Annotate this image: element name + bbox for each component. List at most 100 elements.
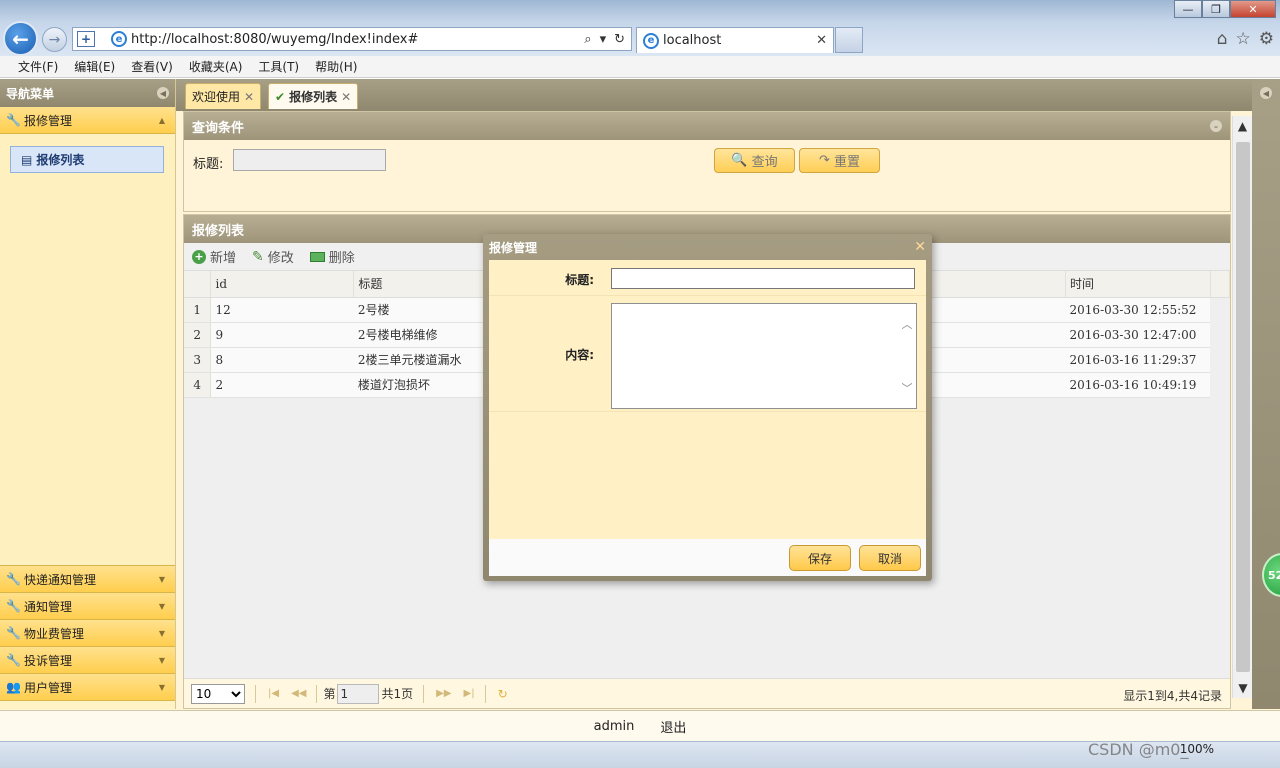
scroll-thumb[interactable] xyxy=(1236,142,1250,672)
expand-left-icon[interactable]: ◀ xyxy=(1260,87,1272,99)
cancel-button[interactable]: 取消 xyxy=(859,545,921,571)
menu-favorites[interactable]: 收藏夹(A) xyxy=(189,58,243,75)
menu-file[interactable]: 文件(F) xyxy=(18,58,58,75)
first-page-icon[interactable]: |◀ xyxy=(268,688,279,699)
tab-repair-list[interactable]: ✔ 报修列表 ✕ xyxy=(268,83,359,109)
tab-welcome[interactable]: 欢迎使用 ✕ xyxy=(185,83,262,109)
page-number-input[interactable]: 1 xyxy=(337,683,380,704)
close-window-button[interactable]: ✕ xyxy=(1230,0,1276,18)
page-scrollbar[interactable]: ▲ ▼ xyxy=(1232,116,1252,698)
chevron-up-icon[interactable]: ︿ xyxy=(902,316,913,332)
row-number: 4 xyxy=(184,372,212,398)
refresh-icon[interactable]: ↻ xyxy=(614,32,625,47)
forward-button[interactable]: → xyxy=(42,27,67,52)
row-filler xyxy=(1210,322,1230,347)
gear-icon[interactable]: ⚙ xyxy=(1259,29,1274,49)
arrow-left-icon: ← xyxy=(12,26,29,51)
cell-time: 2016-03-30 12:55:52 xyxy=(1065,297,1211,323)
prev-page-icon[interactable]: ◀◀ xyxy=(291,688,306,699)
save-button[interactable]: 保存 xyxy=(789,545,851,571)
accordion-repair-management[interactable]: 🔧 报修管理 ▲ xyxy=(0,107,175,134)
accordion-label: 用户管理 xyxy=(23,680,72,695)
pager-separator xyxy=(316,684,318,703)
browser-menubar: 文件(F) 编辑(E) 查看(V) 收藏夹(A) 工具(T) 帮助(H) xyxy=(0,56,1280,78)
new-tab-button[interactable] xyxy=(835,27,863,53)
close-icon[interactable]: ✕ xyxy=(914,239,926,255)
browser-tab[interactable]: e localhost ✕ xyxy=(636,27,834,53)
favorites-star-icon[interactable]: ☆ xyxy=(1236,29,1251,49)
maximize-button[interactable]: ❐ xyxy=(1202,0,1230,18)
cell-time: 2016-03-30 12:47:00 xyxy=(1065,322,1211,348)
pager-separator xyxy=(423,684,425,703)
textarea-scrollbar[interactable]: ︿ ﹀ xyxy=(898,304,916,408)
scroll-down-icon[interactable]: ▼ xyxy=(1233,678,1253,698)
watermark: CSDN @m0_ xyxy=(1088,740,1189,759)
collapse-panel-icon[interactable]: – xyxy=(1210,120,1222,132)
row-number: 1 xyxy=(184,297,212,323)
dialog-header: 报修管理 ✕ xyxy=(483,234,932,260)
add-favorite-icon[interactable]: + xyxy=(77,31,95,47)
accordion-property-fee[interactable]: 🔧 物业费管理 ▼ xyxy=(0,620,175,647)
close-icon[interactable]: ✕ xyxy=(341,90,351,104)
users-icon: 👥 xyxy=(6,680,21,694)
sidebar-item-repair-list[interactable]: ▤ 报修列表 xyxy=(10,146,164,173)
dialog-content-textarea[interactable]: ︿ ﹀ xyxy=(611,303,917,409)
chevron-down-icon: ▼ xyxy=(158,628,165,638)
address-bar[interactable]: + e http://localhost:8080/wuyemg/Index!i… xyxy=(72,27,632,51)
dialog-title-input[interactable] xyxy=(611,268,915,289)
sidebar-header: 导航菜单 ◀ xyxy=(0,79,175,107)
column-header-id[interactable]: id xyxy=(210,271,355,298)
content-tabs: 欢迎使用 ✕ ✔ 报修列表 ✕ xyxy=(176,79,1252,111)
delete-icon xyxy=(309,251,325,262)
dropdown-icon[interactable]: ▾ xyxy=(600,32,607,47)
chevron-down-icon[interactable]: ﹀ xyxy=(902,380,913,396)
home-icon[interactable]: ⌂ xyxy=(1217,29,1228,49)
back-button[interactable]: ← xyxy=(3,21,38,56)
tab-label: 报修列表 xyxy=(289,90,338,104)
menu-edit[interactable]: 编辑(E) xyxy=(74,58,115,75)
menu-view[interactable]: 查看(V) xyxy=(131,58,173,75)
accordion-label: 投诉管理 xyxy=(23,653,72,668)
menu-help[interactable]: 帮助(H) xyxy=(315,58,357,75)
accordion-express-notice[interactable]: 🔧 快递通知管理 ▼ xyxy=(0,566,175,593)
accordion-label: 通知管理 xyxy=(23,599,72,614)
minimize-button[interactable]: — xyxy=(1174,0,1202,18)
delete-button[interactable]: 删除 xyxy=(309,247,355,266)
collapse-left-icon[interactable]: ◀ xyxy=(157,87,169,99)
dialog-body: 标题: 内容: ︿ ﹀ xyxy=(489,260,926,539)
edit-button-label: 修改 xyxy=(267,251,294,266)
search-icon: 🔍 xyxy=(731,153,748,168)
logout-link[interactable]: 退出 xyxy=(660,717,686,736)
wrench-icon: 🔧 xyxy=(6,599,21,613)
ie-tab-icon: e xyxy=(643,32,659,49)
menu-tools[interactable]: 工具(T) xyxy=(258,58,299,75)
scroll-up-icon[interactable]: ▲ xyxy=(1233,116,1252,136)
pager-separator xyxy=(255,684,256,703)
accordion-label: 快递通知管理 xyxy=(23,572,96,587)
close-tab-icon[interactable]: ✕ xyxy=(816,33,827,48)
page-size-select[interactable]: 10 xyxy=(191,683,245,704)
add-button[interactable]: + 新增 xyxy=(192,247,236,266)
accordion-user-management[interactable]: 👥 用户管理 ▼ xyxy=(0,674,175,701)
row-number: 2 xyxy=(184,322,212,348)
accordion-label: 报修管理 xyxy=(23,113,72,128)
search-icon[interactable]: ⌕ xyxy=(584,32,591,47)
add-button-label: 新增 xyxy=(210,251,237,266)
chevron-down-icon: ▼ xyxy=(158,682,165,692)
query-panel-header: 查询条件 – xyxy=(184,112,1230,140)
query-title-input[interactable] xyxy=(233,149,386,171)
edit-button[interactable]: ✎ 修改 xyxy=(252,247,294,267)
accordion-notice[interactable]: 🔧 通知管理 ▼ xyxy=(0,593,175,620)
column-header-time[interactable]: 时间 xyxy=(1065,271,1211,298)
refresh-icon[interactable]: ↻ xyxy=(498,687,508,701)
last-page-icon[interactable]: ▶| xyxy=(464,688,475,699)
address-url[interactable]: http://localhost:8080/wuyemg/Index!index… xyxy=(131,32,584,47)
close-icon[interactable]: ✕ xyxy=(244,90,254,104)
zoom-level[interactable]: 100% xyxy=(1180,742,1214,756)
reset-button[interactable]: ↷ 重置 xyxy=(799,148,880,173)
header-filler xyxy=(1210,271,1231,298)
next-page-icon[interactable]: ▶▶ xyxy=(436,688,451,699)
ie-page-icon: e xyxy=(111,31,127,47)
search-button[interactable]: 🔍 查询 xyxy=(714,148,795,173)
accordion-complaint[interactable]: 🔧 投诉管理 ▼ xyxy=(0,647,175,674)
